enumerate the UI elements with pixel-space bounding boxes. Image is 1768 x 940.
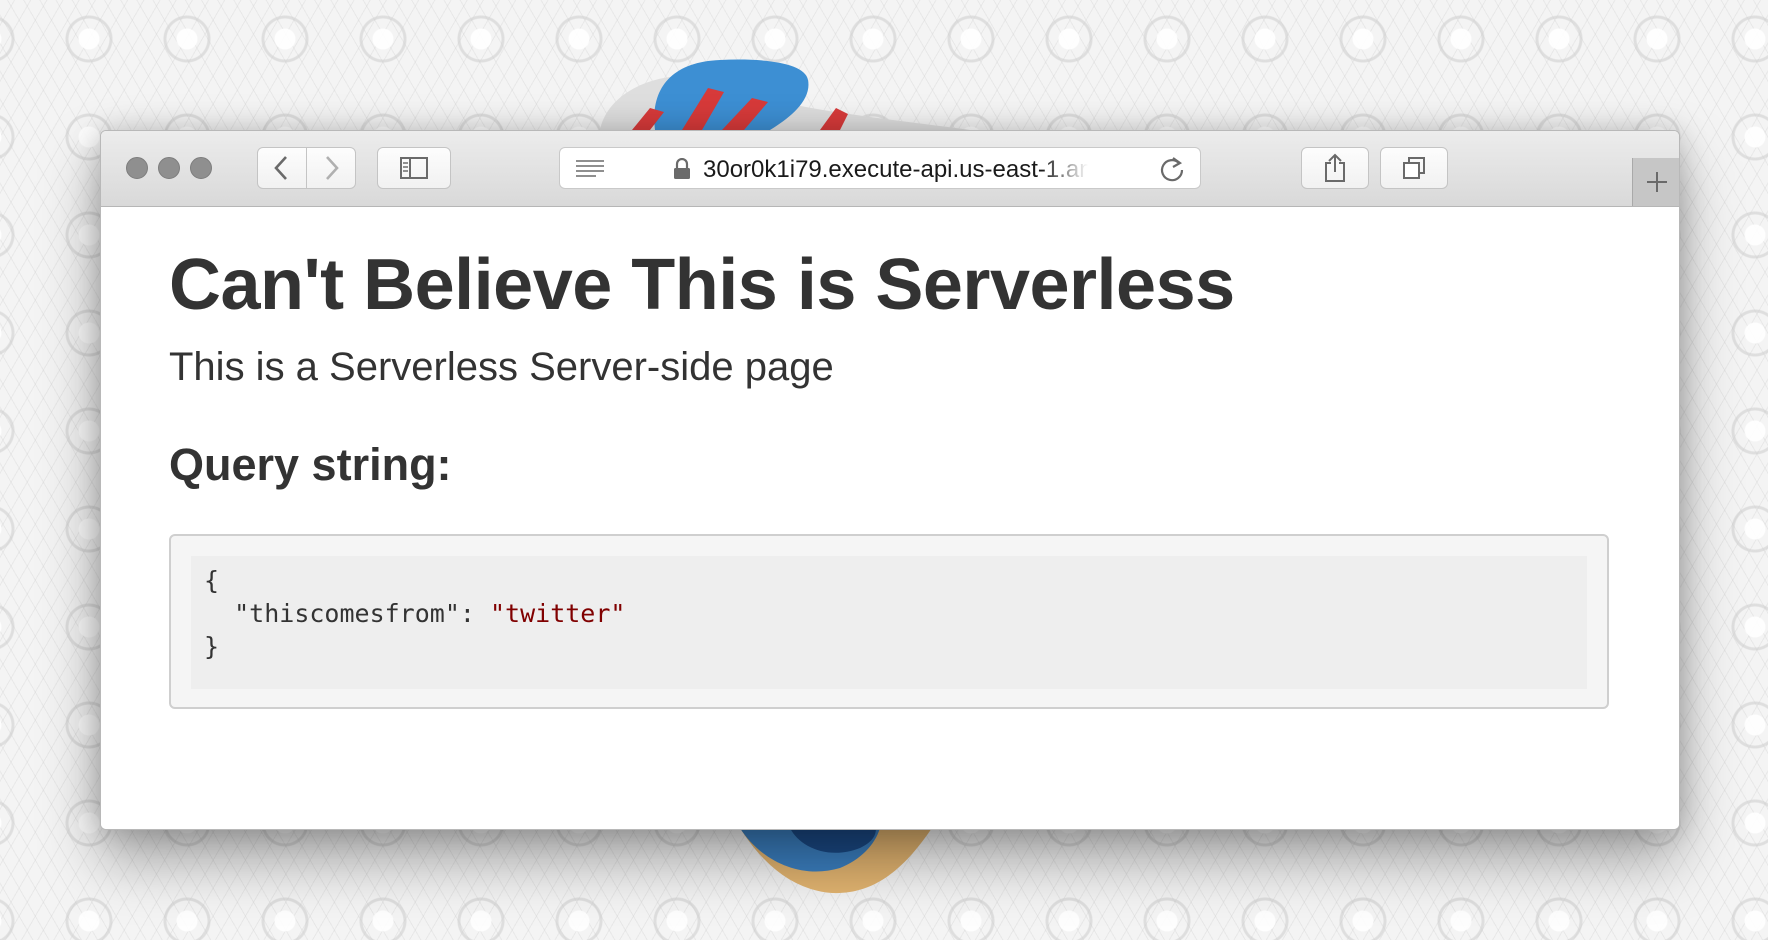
url-text: 30or0k1i79.execute-api.us-east-1.amazona… <box>703 158 1088 182</box>
page-subtitle: This is a Serverless Server-side page <box>169 345 834 389</box>
close-window-button[interactable] <box>126 157 148 179</box>
back-icon <box>274 156 287 180</box>
zoom-window-button[interactable] <box>190 157 212 179</box>
plus-icon <box>1646 172 1667 192</box>
page-content: Can't Believe This is Serverless This is… <box>101 207 1679 829</box>
browser-toolbar: 30or0k1i79.execute-api.us-east-1.amazona… <box>101 131 1679 207</box>
back-button[interactable] <box>257 147 307 189</box>
query-string-panel: { "thiscomesfrom": "twitter" } <box>169 534 1609 709</box>
tabs-icon <box>1403 157 1425 179</box>
query-string-heading: Query string: <box>169 439 452 490</box>
forward-icon <box>326 156 339 180</box>
show-tabs-button[interactable] <box>1380 147 1448 189</box>
query-string-code: { "thiscomesfrom": "twitter" } <box>191 556 1587 689</box>
reader-icon <box>576 160 604 177</box>
share-icon <box>1325 153 1345 182</box>
code-close-brace: } <box>204 632 220 661</box>
sidebar-icon <box>400 157 428 179</box>
sidebar-toggle-button[interactable] <box>377 147 451 189</box>
code-value: "twitter" <box>490 599 626 628</box>
code-key: "thiscomesfrom" <box>234 599 460 628</box>
address-bar[interactable]: 30or0k1i79.execute-api.us-east-1.amazona… <box>559 147 1201 189</box>
forward-button[interactable] <box>306 147 356 189</box>
code-separator: : <box>459 599 490 628</box>
share-button[interactable] <box>1301 147 1369 189</box>
reload-icon[interactable] <box>1158 156 1186 184</box>
minimize-window-button[interactable] <box>158 157 180 179</box>
browser-window: 30or0k1i79.execute-api.us-east-1.amazona… <box>100 130 1680 830</box>
code-open-brace: { <box>204 566 220 595</box>
new-tab-button[interactable] <box>1632 158 1679 206</box>
page-title: Can't Believe This is Serverless <box>169 245 1235 325</box>
lock-icon <box>674 158 690 179</box>
code-key-value-line: "thiscomesfrom": "twitter" <box>204 597 625 631</box>
